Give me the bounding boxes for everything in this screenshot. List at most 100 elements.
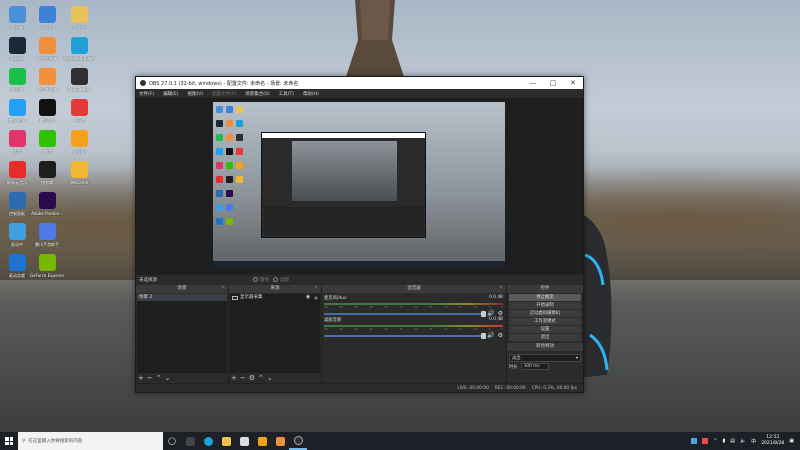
dock-float-icon[interactable]: ✎ — [221, 285, 225, 293]
nested-chess-icon — [236, 148, 243, 155]
desktop-icon[interactable]: 腾讯QQ — [30, 99, 64, 123]
nested-wegame-icon — [236, 176, 243, 183]
menu-profile[interactable]: 配置文件(P) — [212, 91, 236, 97]
properties-button[interactable]: 属性 — [253, 277, 269, 283]
desktop-icon[interactable]: Steam — [0, 37, 34, 61]
network-icon[interactable]: ▤ — [730, 438, 735, 444]
menu-file[interactable]: 文件(F) — [139, 91, 154, 97]
desktop-icon-label: Adobe Premie... — [31, 211, 63, 216]
desktop-icon[interactable]: 此电脑 — [0, 6, 34, 30]
obs-window[interactable]: OBS 27.0.1 (32-bit, windows) - 配置文件: 未命名… — [135, 76, 584, 393]
taskbar-search[interactable]: ⚲ 在这里输入你要搜索的内容 — [18, 432, 163, 450]
desktop-icon[interactable]: 腾讯手游助手 — [30, 223, 64, 247]
menu-tools[interactable]: 工具(T) — [279, 91, 294, 97]
taskbar-app[interactable] — [181, 432, 199, 450]
desktop-icon[interactable]: 回收站 — [62, 6, 96, 30]
maximize-button[interactable]: □ — [543, 79, 563, 87]
obs-titlebar[interactable]: OBS 27.0.1 (32-bit, windows) - 配置文件: 未命名… — [136, 77, 583, 89]
filter-icon — [273, 277, 278, 282]
taskbar-app-obs[interactable] — [289, 432, 307, 450]
preview-canvas[interactable] — [213, 102, 505, 267]
volume-slider-handle[interactable] — [481, 332, 487, 339]
speaker-icon[interactable]: 🔊 — [487, 332, 494, 339]
nested-network-icon — [226, 106, 233, 113]
desktop-icon[interactable]: 微信 — [30, 130, 64, 154]
menu-help[interactable]: 帮助(H) — [303, 91, 319, 97]
transition-select[interactable]: 淡出 ▾ — [509, 354, 581, 362]
source-item[interactable]: 显示器采集 ◉ ▣ — [230, 294, 320, 301]
source-settings-icon[interactable]: ⚙ — [249, 374, 255, 382]
filters-button[interactable]: 滤镜 — [273, 277, 289, 283]
ime-icon[interactable]: 中 — [751, 438, 756, 445]
move-down-icon[interactable]: ⌄ — [267, 374, 273, 382]
desktop-icon[interactable]: u号租 — [62, 130, 96, 154]
dock-float-icon[interactable]: ✎ — [314, 285, 318, 293]
desktop-icon[interactable]: Adobe Premie... — [30, 192, 64, 216]
menu-view[interactable]: 视图(V) — [187, 91, 203, 97]
taskbar-app[interactable] — [271, 432, 289, 450]
remove-scene-button[interactable]: − — [147, 374, 153, 382]
menu-scene-collection[interactable]: 场景集合(S) — [245, 91, 269, 97]
start-button[interactable] — [0, 432, 18, 450]
scene-item[interactable]: 场景 2 — [137, 294, 227, 301]
desktop-icon[interactable]: WeGame — [62, 161, 96, 185]
tray-app-icon[interactable] — [702, 438, 709, 444]
desktop-icon[interactable]: OBS Studio — [62, 68, 96, 92]
desktop-icon[interactable]: GeForce Experience — [30, 254, 64, 278]
desktop-icon[interactable]: 飞行工具箱 — [30, 37, 64, 61]
desktop-icon[interactable]: 爱奇艺 — [0, 68, 34, 92]
add-source-button[interactable]: + — [231, 374, 237, 382]
meter-tick-label: -30 — [413, 306, 418, 309]
visibility-eye-icon[interactable]: ◉ — [306, 294, 310, 301]
desktop-icon[interactable]: 驱动总裁 — [0, 254, 34, 278]
desktop-icon[interactable]: 飞行棋 — [62, 99, 96, 123]
taskbar-app[interactable] — [253, 432, 271, 450]
meter-tick-label: -15 — [458, 328, 463, 331]
gear-icon[interactable]: ⚙ — [498, 332, 503, 339]
close-button[interactable]: ✕ — [563, 79, 583, 87]
tray-app-icon[interactable] — [691, 438, 698, 444]
volume-slider[interactable] — [324, 332, 487, 339]
desktop-icon[interactable]: 网易云音乐 — [0, 161, 34, 185]
exit-button[interactable]: 退出 — [509, 334, 581, 341]
task-view-button[interactable]: ◯ — [163, 432, 181, 450]
show-hidden-icon[interactable]: ⌃ — [713, 438, 717, 444]
taskbar-clock[interactable]: 12:53 2021/8/28 — [761, 435, 784, 447]
desktop-icon[interactable]: 腾讯视频 — [0, 99, 34, 123]
meter-ticks: -60 -55 -50 -45 -40 -35 -30 -25 -20 -15 -10 -5 0 — [324, 328, 503, 331]
volume-icon[interactable]: 🔈 — [740, 438, 746, 444]
battery-icon[interactable]: ▮ — [722, 438, 725, 444]
studio-mode-button[interactable]: 工作室模式 — [509, 318, 581, 325]
desktop-icon-label: 飞行工具箱 — [37, 56, 57, 61]
move-up-icon[interactable]: ⌃ — [156, 374, 162, 382]
duration-input[interactable]: 300 ms — [520, 363, 549, 370]
desktop-icon-label: 腾讯手游助手 — [35, 242, 59, 247]
notification-icon[interactable]: ▣ — [789, 438, 794, 444]
taskbar-app[interactable] — [217, 432, 235, 450]
desktop-icon[interactable]: 快剪辑 — [30, 161, 64, 185]
move-up-icon[interactable]: ⌃ — [258, 374, 264, 382]
start-recording-button[interactable]: 开始录制 — [509, 302, 581, 309]
desktop-icon[interactable]: Microsoft Edge — [62, 37, 96, 61]
add-scene-button[interactable]: + — [138, 374, 144, 382]
desktop-icon-label: OBS Studio — [67, 87, 91, 92]
taskbar-app[interactable] — [199, 432, 217, 450]
menu-edit[interactable]: 编辑(E) — [163, 91, 178, 97]
desktop-icon[interactable]: 驱动中 — [0, 223, 34, 247]
settings-button[interactable]: 设置 — [509, 326, 581, 333]
move-down-icon[interactable]: ⌄ — [165, 374, 171, 382]
stop-streaming-button[interactable]: 停止推流 — [509, 294, 581, 301]
control-panel-icon — [8, 192, 26, 209]
taskbar-app[interactable] — [235, 432, 253, 450]
minimize-button[interactable]: — — [523, 79, 543, 87]
desktop-icon[interactable]: 控制面板 — [0, 192, 34, 216]
desktop-icon[interactable]: 优酷 — [0, 130, 34, 154]
lock-icon[interactable]: ▣ — [314, 294, 318, 301]
desktop-icon[interactable]: 飞行工具箱 — [30, 68, 64, 92]
controls-dock-header: 控件 — [507, 285, 583, 293]
desktop-icon[interactable]: 网络 — [30, 6, 64, 30]
preview-area[interactable] — [136, 98, 583, 274]
start-virtual-camera-button[interactable]: 启动虚拟摄像机 — [509, 310, 581, 317]
remove-source-button[interactable]: − — [240, 374, 246, 382]
dock-float-icon[interactable]: ✎ — [499, 285, 503, 293]
